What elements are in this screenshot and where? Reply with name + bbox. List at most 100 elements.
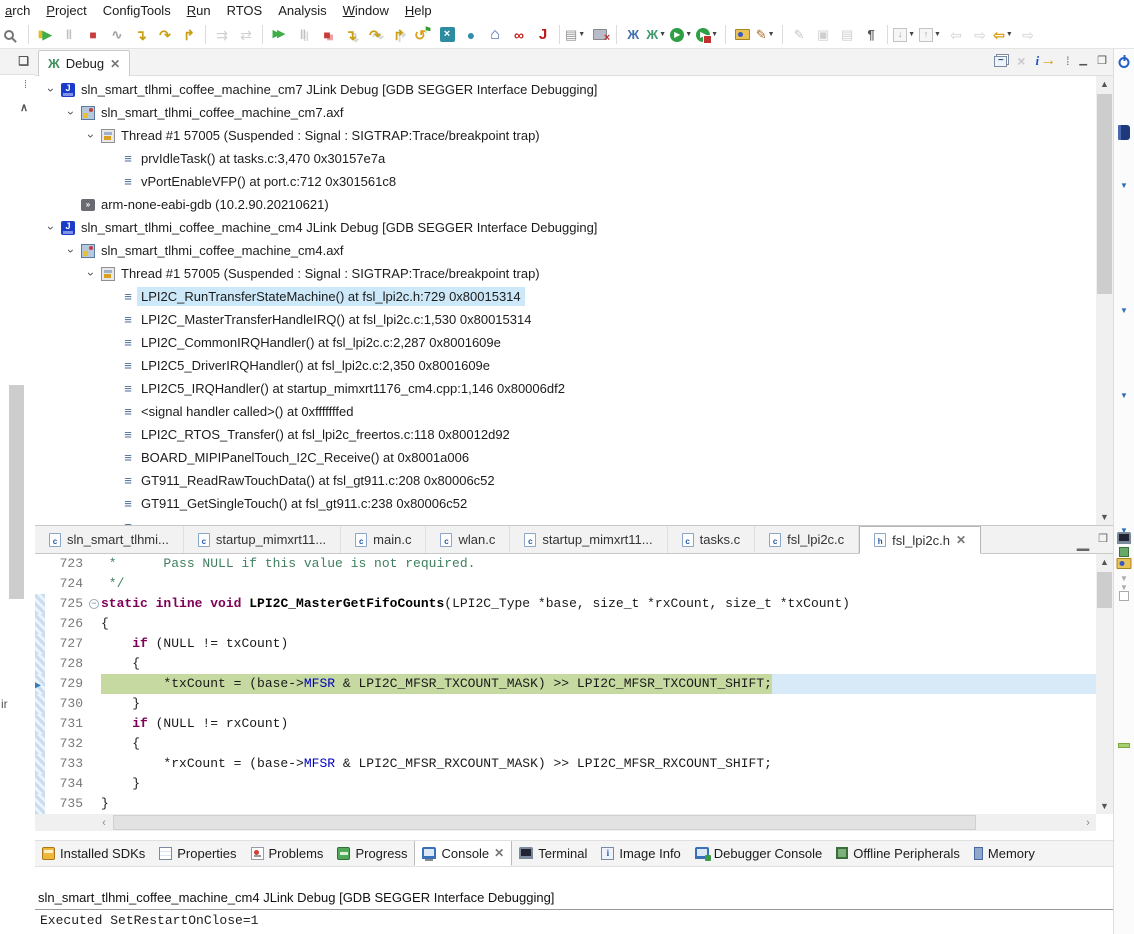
scroll-right-icon[interactable]: › <box>1080 814 1096 831</box>
dropdown-arrow-icon[interactable]: ▼ <box>685 31 692 38</box>
stack-frame-row[interactable]: ≡LPI2C_MasterTransferHandleIRQ() at fsl_… <box>35 308 1096 331</box>
home-button[interactable]: ⌂ <box>483 23 507 47</box>
code-line[interactable]: 723 * Pass NULL if this value is not req… <box>35 554 1096 574</box>
jlink-flash-button[interactable]: J <box>531 23 555 47</box>
chevron-blue-icon[interactable]: ▼ <box>1120 392 1128 400</box>
code-line[interactable]: 726{ <box>35 614 1096 634</box>
thread-row[interactable]: ›Thread #1 57005 (Suspended : Signal : S… <box>35 124 1096 147</box>
stack-frame-row[interactable]: ≡LPI2C_CommonIRQHandler() at fsl_lpi2c.c… <box>35 331 1096 354</box>
instruction-stepping-button[interactable]: ⇉ <box>210 23 234 47</box>
power-icon[interactable] <box>1119 57 1130 68</box>
view-menu-icon[interactable]: ⁞ <box>24 79 27 91</box>
next-annotation-button[interactable]: ↓▼ <box>892 23 918 47</box>
scroll-down-icon[interactable]: ▼ <box>1096 798 1113 814</box>
code-line[interactable]: 733 *rxCount = (base->MFSR & LPI2C_MFSR_… <box>35 754 1096 774</box>
code-line[interactable]: 735} <box>35 794 1096 814</box>
expander-icon[interactable]: › <box>64 243 78 259</box>
profile-button[interactable]: ▼ <box>695 23 721 47</box>
line-number[interactable]: 734 <box>45 774 87 794</box>
line-number[interactable]: 727 <box>45 634 87 654</box>
scroll-up-icon[interactable]: ▲ <box>1096 76 1113 92</box>
show-whitespace-button[interactable]: ¶ <box>859 23 883 47</box>
bottom-tab-console[interactable]: Console✕ <box>414 840 512 866</box>
fold-minus-icon[interactable]: − <box>89 599 99 609</box>
suspend-all-button[interactable]: ‖ <box>291 23 315 47</box>
forward-button[interactable]: ⇨ <box>1016 23 1040 47</box>
bottom-tab-installed-sdks[interactable]: Installed SDKs <box>35 840 152 866</box>
editor-tab[interactable]: cstartup_mimxrt11... <box>510 526 667 553</box>
expander-icon[interactable]: › <box>44 220 58 236</box>
book-icon[interactable] <box>1118 125 1130 140</box>
line-number[interactable]: 725 <box>45 594 87 614</box>
back-disabled-button[interactable]: ⇦ <box>944 23 968 47</box>
forward-disabled-button[interactable]: ⇨ <box>968 23 992 47</box>
stack-frame-row[interactable]: ≡ <box>35 515 1096 525</box>
remove-console-button[interactable] <box>588 23 612 47</box>
code-line[interactable]: 732 { <box>35 734 1096 754</box>
bottom-tab-properties[interactable]: Properties <box>152 840 243 866</box>
white-box-icon[interactable] <box>1119 591 1129 601</box>
stamp-button[interactable]: ▤▼ <box>564 23 588 47</box>
close-icon[interactable]: ✕ <box>494 846 504 860</box>
minimize-icon[interactable]: ▁ <box>1079 56 1087 66</box>
open-type-button[interactable] <box>730 23 754 47</box>
close-icon[interactable]: ✕ <box>110 57 120 71</box>
line-number[interactable]: 726 <box>45 614 87 634</box>
mark-occurrences-button[interactable]: ▣ <box>811 23 835 47</box>
close-icon[interactable]: ✕ <box>956 533 966 547</box>
editor-tab[interactable]: hfsl_lpi2c.h✕ <box>859 526 981 554</box>
menu-item-run[interactable]: Run <box>179 2 219 19</box>
show-block-button[interactable]: ▤ <box>835 23 859 47</box>
scrollbar-thumb[interactable] <box>1097 94 1112 294</box>
horizontal-scrollbar[interactable]: ‹ › <box>35 814 1096 831</box>
line-number[interactable]: 730 <box>45 694 87 714</box>
console-output[interactable]: Executed SetRestartOnClose=1 <box>35 909 1134 934</box>
chevron-blue-icon[interactable]: ▼ <box>1120 182 1128 190</box>
editor-scrollbar[interactable]: ▲ ▼ <box>1096 554 1113 814</box>
line-number[interactable]: 728 <box>45 654 87 674</box>
code-line[interactable]: 728 { <box>35 654 1096 674</box>
dropdown-arrow-icon[interactable]: ▼ <box>578 31 585 38</box>
scroll-up-icon[interactable]: ∧ <box>20 101 28 114</box>
gdb-process-row[interactable]: »arm-none-eabi-gdb (10.2.90.20210621) <box>35 193 1096 216</box>
format-disabled-button[interactable]: ✎ <box>787 23 811 47</box>
scroll-down-icon[interactable]: ▼ <box>1096 509 1113 525</box>
new-wizard-button[interactable]: ✎▼ <box>754 23 778 47</box>
editor-tab[interactable]: csln_smart_tlhmi... <box>35 526 184 553</box>
expander-icon[interactable]: › <box>84 128 98 144</box>
scroll-up-icon[interactable]: ▲ <box>1096 554 1113 570</box>
program-row[interactable]: ›sln_smart_tlhmi_coffee_machine_cm7.axf <box>35 101 1096 124</box>
menu-item-analysis[interactable]: Analysis <box>270 2 334 19</box>
line-number[interactable]: 731 <box>45 714 87 734</box>
debug-launch-row[interactable]: ›Jsln_smart_tlhmi_coffee_machine_cm4 JLi… <box>35 216 1096 239</box>
menu-item-help[interactable]: Help <box>397 2 440 19</box>
minimize-icon[interactable]: ▁ <box>1077 532 1089 552</box>
show-full-paths-icon[interactable] <box>1035 53 1056 69</box>
code-line[interactable]: 727 if (NULL != txCount) <box>35 634 1096 654</box>
thread-row[interactable]: ›Thread #1 57005 (Suspended : Signal : S… <box>35 262 1096 285</box>
jlink-script-button[interactable]: ∞ <box>507 23 531 47</box>
stack-frame-row[interactable]: ≡BOARD_MIPIPanelTouch_I2C_Receive() at 0… <box>35 446 1096 469</box>
code-line[interactable]: 730 } <box>35 694 1096 714</box>
bottom-tab-image-info[interactable]: iImage Info <box>594 840 687 866</box>
search-button[interactable] <box>0 23 24 47</box>
line-number[interactable]: 723 <box>45 554 87 574</box>
last-edit-location-button[interactable]: ⇦▼ <box>992 23 1016 47</box>
dropdown-arrow-icon[interactable]: ▼ <box>659 31 666 38</box>
collapse-all-icon[interactable]: − <box>994 56 1007 67</box>
line-number[interactable]: 729 <box>45 674 87 694</box>
line-number[interactable]: 733 <box>45 754 87 774</box>
menu-item-arch[interactable]: arch <box>0 2 38 19</box>
line-number[interactable]: 735 <box>45 794 87 814</box>
use-step-filters-button[interactable]: ⇄ <box>234 23 258 47</box>
stack-frame-row[interactable]: ≡LPI2C5_IRQHandler() at startup_mimxrt11… <box>35 377 1096 400</box>
dropdown-arrow-icon[interactable]: ▼ <box>711 31 718 38</box>
editor-tab[interactable]: cwlan.c <box>426 526 510 553</box>
editor-tab[interactable]: cfsl_lpi2c.c <box>755 526 859 553</box>
terminate-remove-button[interactable]: × <box>435 23 459 47</box>
stack-frame-row[interactable]: ≡LPI2C_RTOS_Transfer() at fsl_lpi2c_free… <box>35 423 1096 446</box>
menu-item-project[interactable]: Project <box>38 2 94 19</box>
editor-tab[interactable]: cstartup_mimxrt11... <box>184 526 341 553</box>
menu-item-window[interactable]: Window <box>335 2 397 19</box>
bottom-tab-progress[interactable]: Progress <box>330 840 414 866</box>
